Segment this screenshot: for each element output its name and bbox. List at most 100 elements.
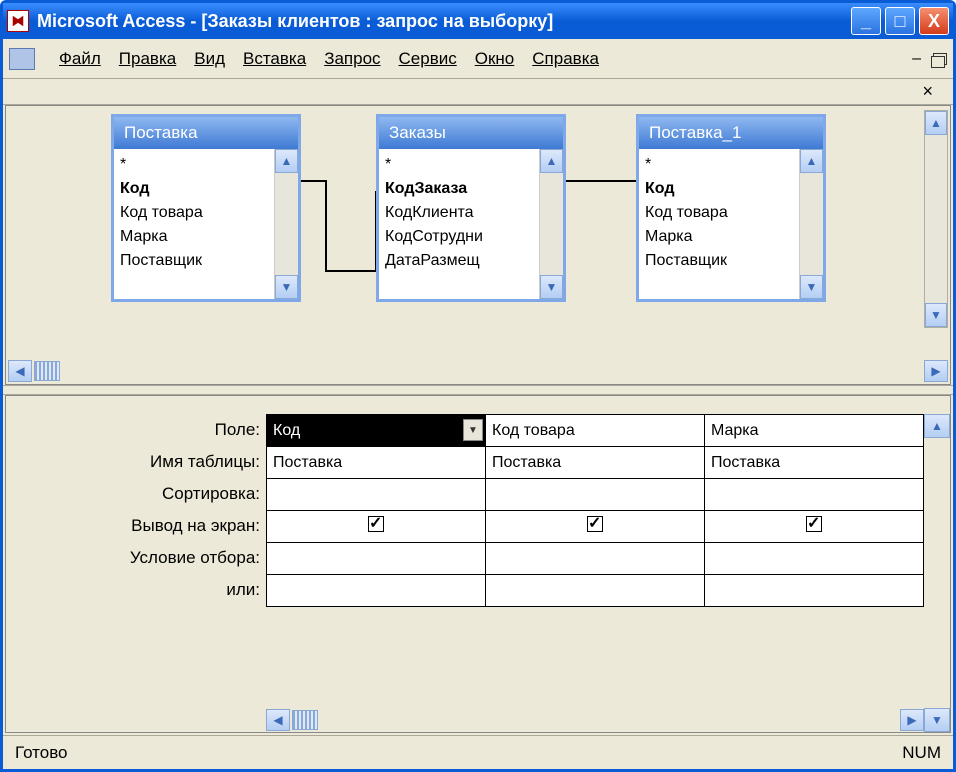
show-checkbox[interactable] bbox=[368, 516, 384, 532]
grid-cell-field[interactable]: Код товара bbox=[486, 415, 705, 447]
app-icon bbox=[7, 10, 29, 32]
grid-cell-table[interactable]: Поставка bbox=[267, 447, 486, 479]
menu-query[interactable]: Запрос bbox=[324, 49, 380, 69]
table-title[interactable]: Поставка bbox=[114, 117, 298, 149]
grid-cell-show[interactable] bbox=[486, 511, 705, 543]
field-item[interactable]: Поставщик bbox=[120, 249, 268, 273]
form-icon bbox=[9, 48, 35, 70]
field-item[interactable]: Марка bbox=[120, 225, 268, 249]
label-field: Поле: bbox=[6, 414, 260, 446]
label-sort: Сортировка: bbox=[6, 478, 260, 510]
menu-edit[interactable]: Правка bbox=[119, 49, 176, 69]
scroll-down-icon[interactable]: ▼ bbox=[924, 708, 950, 732]
menu-insert[interactable]: Вставка bbox=[243, 49, 306, 69]
scroll-up-icon[interactable]: ▲ bbox=[540, 149, 563, 173]
grid-cell-table[interactable]: Поставка bbox=[486, 447, 705, 479]
field-item[interactable]: Код bbox=[645, 177, 793, 201]
menu-window[interactable]: Окно bbox=[475, 49, 515, 69]
grid-cell-field[interactable]: Марка bbox=[705, 415, 924, 447]
field-item[interactable]: КодЗаказа bbox=[385, 177, 533, 201]
minimize-button[interactable]: _ bbox=[851, 7, 881, 35]
table-Поставка_1[interactable]: Поставка_1*КодКод товараМаркаПоставщик▲▼ bbox=[636, 114, 826, 302]
field-item[interactable]: Марка bbox=[645, 225, 793, 249]
show-checkbox[interactable] bbox=[806, 516, 822, 532]
upper-hscrollbar[interactable]: ◀ ▶ bbox=[6, 358, 950, 384]
grid-cell-show[interactable] bbox=[267, 511, 486, 543]
maximize-button[interactable]: □ bbox=[885, 7, 915, 35]
table-title[interactable]: Поставка_1 bbox=[639, 117, 823, 149]
app-window: Microsoft Access - [Заказы клиентов : за… bbox=[0, 0, 956, 772]
grid-cell-or[interactable] bbox=[486, 575, 705, 607]
scroll-left-icon[interactable]: ◀ bbox=[266, 709, 290, 731]
field-item[interactable]: Код товара bbox=[120, 201, 268, 225]
field-item[interactable]: КодСотрудни bbox=[385, 225, 533, 249]
status-numlock: NUM bbox=[902, 743, 941, 763]
field-item[interactable]: * bbox=[120, 153, 268, 177]
table-vscrollbar[interactable]: ▲▼ bbox=[539, 149, 563, 299]
pane-splitter[interactable] bbox=[3, 385, 953, 395]
field-item[interactable]: Код bbox=[120, 177, 268, 201]
grid-cell-show[interactable] bbox=[705, 511, 924, 543]
field-list[interactable]: *КодКод товараМаркаПоставщик bbox=[639, 149, 799, 299]
field-list[interactable]: *КодКод товараМаркаПоставщик bbox=[114, 149, 274, 299]
tables-pane: ▲ ▼ Поставка*КодКод товараМаркаПоставщик… bbox=[5, 105, 951, 385]
grid-row-labels: Поле: Имя таблицы: Сортировка: Вывод на … bbox=[6, 396, 266, 732]
titlebar: Microsoft Access - [Заказы клиентов : за… bbox=[3, 3, 953, 39]
mdi-restore-icon[interactable] bbox=[933, 53, 947, 65]
table-title[interactable]: Заказы bbox=[379, 117, 563, 149]
menubar: Файл Правка Вид Вставка Запрос Сервис Ок… bbox=[3, 39, 953, 79]
label-show: Вывод на экран: bbox=[6, 510, 260, 542]
scroll-down-icon[interactable]: ▼ bbox=[925, 303, 947, 327]
menu-view[interactable]: Вид bbox=[194, 49, 225, 69]
table-Поставка[interactable]: Поставка*КодКод товараМаркаПоставщик▲▼ bbox=[111, 114, 301, 302]
grid-hscrollbar[interactable]: ◀ ▶ bbox=[266, 708, 924, 732]
grid-cell-criteria[interactable] bbox=[705, 543, 924, 575]
grid-cell-sort[interactable] bbox=[267, 479, 486, 511]
inner-close-button[interactable]: × bbox=[922, 81, 933, 102]
field-item[interactable]: Код товара bbox=[645, 201, 793, 225]
dropdown-icon[interactable]: ▼ bbox=[463, 419, 483, 441]
field-item[interactable]: Поставщик bbox=[645, 249, 793, 273]
field-item[interactable]: * bbox=[645, 153, 793, 177]
menu-service[interactable]: Сервис bbox=[399, 49, 457, 69]
grid-cell-criteria[interactable] bbox=[486, 543, 705, 575]
field-item[interactable]: * bbox=[385, 153, 533, 177]
scroll-up-icon[interactable]: ▲ bbox=[800, 149, 823, 173]
scroll-up-icon[interactable]: ▲ bbox=[924, 414, 950, 438]
scroll-down-icon[interactable]: ▼ bbox=[800, 275, 823, 299]
close-button[interactable]: X bbox=[919, 7, 949, 35]
mdi-minimize-icon[interactable]: – bbox=[908, 50, 925, 68]
label-criteria: Условие отбора: bbox=[6, 542, 260, 574]
grid-cell-or[interactable] bbox=[267, 575, 486, 607]
grid-vscrollbar[interactable]: ▲ ▼ bbox=[924, 396, 950, 732]
scroll-thumb[interactable] bbox=[34, 361, 60, 381]
inner-close-row: × bbox=[3, 79, 953, 105]
scroll-down-icon[interactable]: ▼ bbox=[540, 275, 563, 299]
grid-cell-table[interactable]: Поставка bbox=[705, 447, 924, 479]
scroll-down-icon[interactable]: ▼ bbox=[275, 275, 298, 299]
table-vscrollbar[interactable]: ▲▼ bbox=[799, 149, 823, 299]
scroll-left-icon[interactable]: ◀ bbox=[8, 360, 32, 382]
design-grid[interactable]: Код▼Код товараМаркаПоставкаПоставкаПоста… bbox=[266, 414, 924, 607]
menu-file[interactable]: Файл bbox=[59, 49, 101, 69]
upper-vscrollbar[interactable]: ▲ ▼ bbox=[924, 110, 948, 328]
scroll-right-icon[interactable]: ▶ bbox=[924, 360, 948, 382]
grid-cell-field[interactable]: Код▼ bbox=[267, 415, 486, 447]
menu-help[interactable]: Справка bbox=[532, 49, 599, 69]
scroll-up-icon[interactable]: ▲ bbox=[925, 111, 947, 135]
show-checkbox[interactable] bbox=[587, 516, 603, 532]
field-list[interactable]: *КодЗаказаКодКлиентаКодСотрудниДатаРазме… bbox=[379, 149, 539, 299]
scroll-right-icon[interactable]: ▶ bbox=[900, 709, 924, 731]
field-item[interactable]: ДатаРазмещ bbox=[385, 249, 533, 273]
label-table: Имя таблицы: bbox=[6, 446, 260, 478]
scroll-up-icon[interactable]: ▲ bbox=[275, 149, 298, 173]
table-Заказы[interactable]: Заказы*КодЗаказаКодКлиентаКодСотрудниДат… bbox=[376, 114, 566, 302]
grid-cell-sort[interactable] bbox=[486, 479, 705, 511]
grid-cell-or[interactable] bbox=[705, 575, 924, 607]
table-vscrollbar[interactable]: ▲▼ bbox=[274, 149, 298, 299]
window-title: Microsoft Access - [Заказы клиентов : за… bbox=[37, 11, 851, 32]
grid-cell-sort[interactable] bbox=[705, 479, 924, 511]
field-item[interactable]: КодКлиента bbox=[385, 201, 533, 225]
grid-cell-criteria[interactable] bbox=[267, 543, 486, 575]
scroll-thumb[interactable] bbox=[292, 710, 318, 730]
